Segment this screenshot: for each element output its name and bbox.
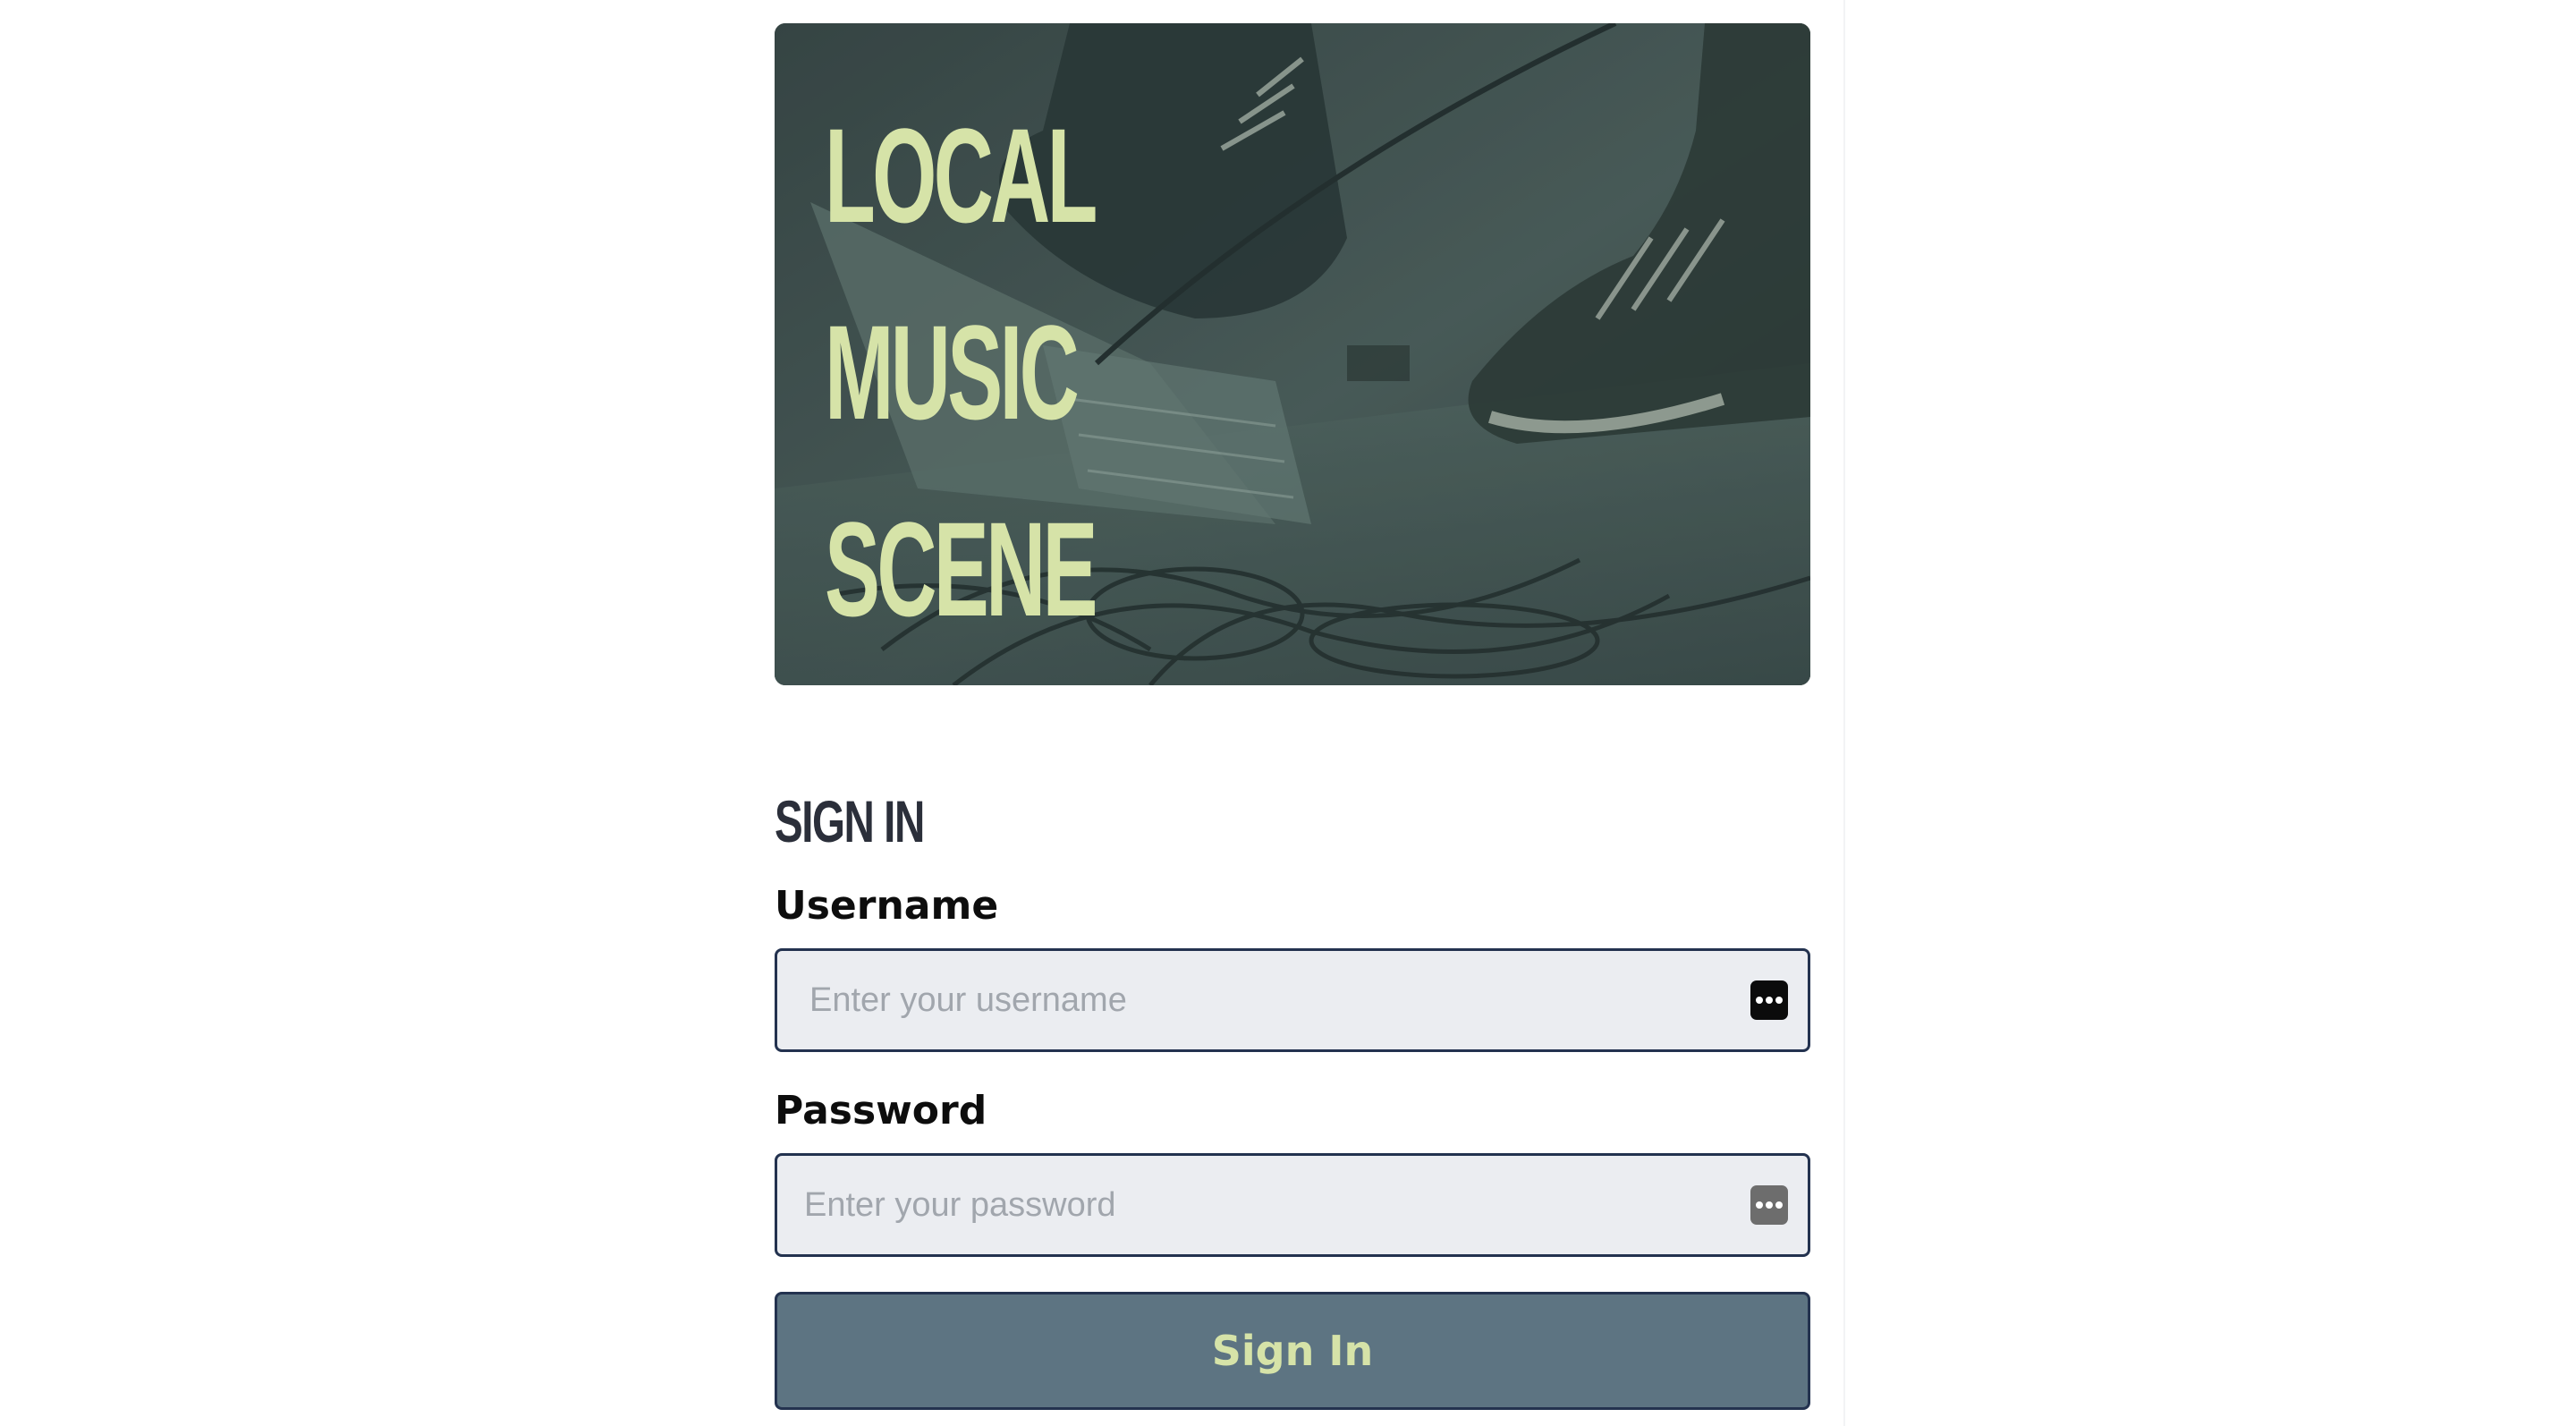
- sign-in-page: LOCAL MUSIC SCENE SIGN IN Username Passw…: [0, 0, 2576, 1426]
- hero-title-line: SCENE: [825, 494, 1098, 644]
- hero-title: LOCAL MUSIC SCENE: [825, 77, 1361, 667]
- username-label: Username: [775, 883, 999, 929]
- dot-icon: [1756, 1201, 1763, 1209]
- password-manager-key-icon[interactable]: [1750, 980, 1788, 1020]
- password-field-wrapper: [775, 1153, 1810, 1257]
- form-heading: SIGN IN: [775, 788, 925, 854]
- password-manager-key-icon[interactable]: [1750, 1185, 1788, 1225]
- password-input[interactable]: [777, 1156, 1707, 1254]
- username-input[interactable]: [777, 951, 1707, 1049]
- hero-banner: LOCAL MUSIC SCENE: [775, 23, 1810, 685]
- password-label: Password: [775, 1088, 987, 1133]
- dot-icon: [1775, 1201, 1783, 1209]
- column-divider: [1843, 0, 1845, 1426]
- hero-title-line: MUSIC: [825, 297, 1080, 447]
- dot-icon: [1766, 1201, 1773, 1209]
- hero-title-line: LOCAL: [825, 100, 1097, 250]
- dot-icon: [1775, 997, 1783, 1004]
- sign-in-button[interactable]: Sign In: [775, 1292, 1810, 1410]
- dot-icon: [1766, 997, 1773, 1004]
- username-field-wrapper: [775, 948, 1810, 1052]
- dot-icon: [1756, 997, 1763, 1004]
